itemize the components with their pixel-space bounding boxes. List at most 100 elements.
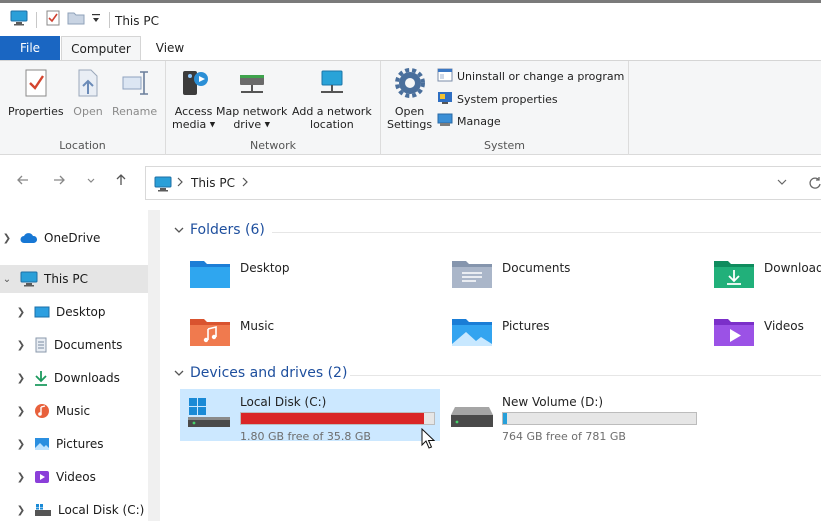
sidebar-item-documents[interactable]: ❯ Documents	[0, 331, 148, 359]
chevron-right-icon[interactable]: ❯	[14, 340, 28, 351]
drive-usage-fill	[503, 413, 507, 424]
folder-desktop[interactable]: Desktop	[188, 255, 290, 294]
network-group: Access media ▼ Map network drive ▼ Add a n…	[166, 61, 381, 155]
network-location-icon	[315, 67, 349, 102]
drive-icon	[449, 401, 495, 434]
drives-section-header[interactable]: Devices and drives (2)	[174, 365, 347, 381]
navigation-bar: This PC	[0, 155, 821, 210]
folder-music[interactable]: Music	[188, 313, 274, 352]
content-pane: Folders (6) Desktop Documents Downloads …	[160, 210, 821, 521]
new-folder-quick-icon[interactable]	[67, 10, 85, 29]
quick-access-toolbar	[10, 10, 112, 29]
uninstall-program-button[interactable]: Uninstall or change a program	[437, 68, 624, 85]
map-network-drive-button[interactable]: Map network drive ▼	[216, 67, 287, 132]
sidebar-item-music[interactable]: ❯ Music	[0, 397, 148, 425]
group-label-network: Network	[250, 139, 296, 152]
chevron-right-icon[interactable]: ❯	[14, 505, 28, 516]
address-history-dropdown[interactable]	[776, 176, 788, 190]
add-network-location-button[interactable]: Add a network location	[292, 67, 372, 131]
properties-button[interactable]: Properties	[8, 67, 64, 118]
pictures-folder-icon	[450, 313, 494, 352]
rename-icon	[120, 67, 150, 102]
chevron-right-icon[interactable]: ❯	[14, 472, 28, 483]
tab-computer[interactable]: Computer	[61, 36, 141, 61]
refresh-icon	[808, 177, 821, 193]
group-label-location: Location	[59, 139, 106, 152]
drive-icon	[34, 503, 52, 517]
chevron-down-icon	[86, 174, 96, 190]
folder-documents[interactable]: Documents	[450, 255, 570, 294]
gear-icon	[393, 67, 427, 102]
sidebar-item-this-pc[interactable]: ⌄ This PC	[0, 265, 148, 293]
chevron-right-icon[interactable]: ❯	[14, 307, 28, 318]
tab-view[interactable]: View	[141, 36, 199, 60]
folders-section-header[interactable]: Folders (6)	[174, 222, 265, 238]
forward-button[interactable]	[50, 173, 68, 191]
mouse-cursor-icon	[421, 427, 436, 453]
windows-drive-icon	[186, 397, 232, 434]
properties-quick-icon[interactable]	[45, 10, 61, 29]
sidebar-item-pictures[interactable]: ❯ Pictures	[0, 430, 148, 458]
manage-button[interactable]: Manage	[437, 113, 501, 130]
folder-videos[interactable]: Videos	[712, 313, 804, 352]
music-icon	[34, 403, 50, 419]
up-button[interactable]	[112, 173, 130, 191]
chevron-right-icon[interactable]: ❯	[14, 406, 28, 417]
drive-usage-bar	[240, 412, 435, 425]
location-group: Properties Open Rename Location	[0, 61, 166, 155]
access-media-button[interactable]: Access media ▼	[172, 67, 215, 132]
document-icon	[34, 337, 48, 353]
rename-button[interactable]: Rename	[112, 67, 157, 118]
title-bar: This PC	[0, 0, 821, 36]
drive-new-volume-d[interactable]: New Volume (D:) 764 GB free of 781 GB	[445, 389, 705, 443]
chevron-down-icon[interactable]	[91, 12, 101, 27]
sidebar-item-videos[interactable]: ❯ Videos	[0, 463, 148, 491]
breadcrumb-this-pc[interactable]: This PC	[191, 176, 235, 190]
pane-divider	[148, 210, 160, 521]
videos-icon	[34, 470, 50, 484]
back-button[interactable]	[14, 173, 32, 191]
toolbar-divider	[109, 11, 110, 28]
chevron-right-icon[interactable]: ❯	[14, 373, 28, 384]
open-settings-button[interactable]: Open Settings	[387, 67, 432, 131]
refresh-button[interactable]	[808, 176, 821, 193]
chevron-right-icon[interactable]: ❯	[14, 439, 28, 450]
sidebar-item-onedrive[interactable]: ❯ OneDrive	[0, 224, 148, 252]
group-label-system: System	[483, 139, 526, 152]
cloud-icon	[20, 232, 38, 244]
videos-folder-icon	[712, 313, 756, 352]
open-button[interactable]: Open	[73, 67, 103, 118]
documents-folder-icon	[450, 255, 494, 294]
drive-local-disk-c[interactable]: Local Disk (C:) 1.80 GB free of 35.8 GB	[180, 389, 440, 443]
drive-usage-fill	[241, 413, 425, 424]
folder-pictures[interactable]: Pictures	[450, 313, 550, 352]
media-server-icon	[177, 67, 211, 102]
chevron-down-icon: ▼	[209, 120, 216, 129]
tab-file[interactable]: File	[0, 36, 60, 60]
chevron-down-icon	[174, 222, 184, 238]
chevron-right-icon[interactable]	[241, 176, 249, 190]
programs-icon	[437, 68, 453, 85]
arrow-up-icon	[114, 174, 128, 191]
download-icon	[34, 370, 48, 386]
network-drive-icon	[235, 67, 269, 102]
toolbar-divider	[36, 11, 37, 28]
system-properties-button[interactable]: System properties	[437, 91, 558, 108]
sidebar-item-downloads[interactable]: ❯ Downloads	[0, 364, 148, 392]
folder-downloads[interactable]: Downloads	[712, 255, 821, 294]
downloads-folder-icon	[712, 255, 756, 294]
ribbon: Properties Open Rename Location Access me…	[0, 60, 821, 155]
sidebar-item-local-disk-c[interactable]: ❯ Local Disk (C:)	[0, 496, 148, 521]
chevron-down-icon	[174, 365, 184, 381]
arrow-left-icon	[16, 175, 30, 191]
properties-icon	[21, 67, 51, 102]
address-bar[interactable]: This PC	[145, 166, 821, 200]
recent-locations-button[interactable]	[82, 173, 100, 191]
system-properties-icon	[437, 91, 453, 108]
chevron-down-icon: ▼	[264, 120, 271, 129]
chevron-right-icon[interactable]: ❯	[0, 233, 14, 244]
chevron-down-icon[interactable]: ⌄	[0, 274, 14, 285]
sidebar-item-desktop[interactable]: ❯ Desktop	[0, 298, 148, 326]
chevron-right-icon[interactable]	[176, 176, 184, 190]
system-group: Open Settings Uninstall or change a progr…	[381, 61, 629, 155]
